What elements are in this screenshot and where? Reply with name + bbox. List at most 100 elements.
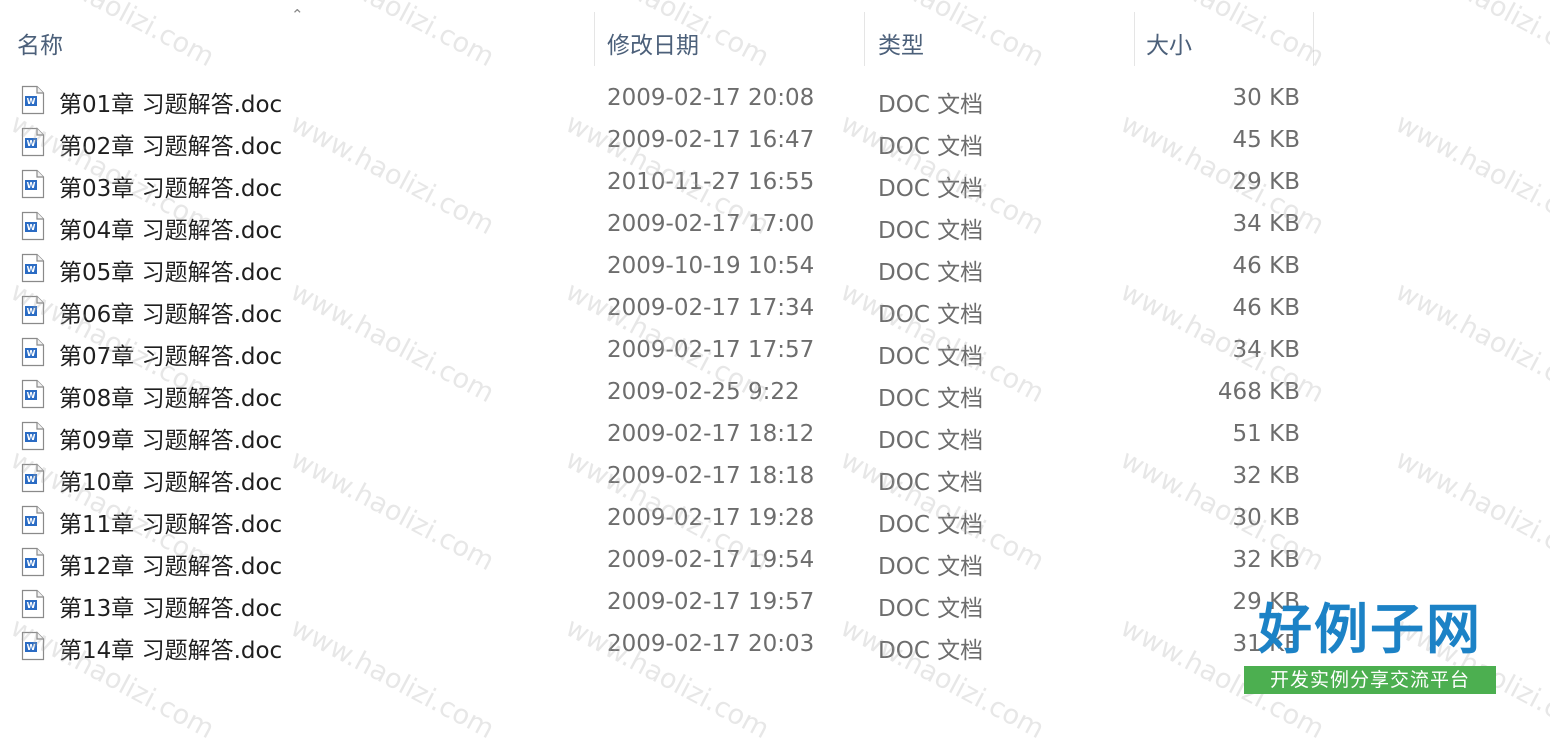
file-modified-date: 2009-02-17 17:00 <box>607 211 815 237</box>
file-size: 30 KB <box>1232 505 1300 531</box>
word-doc-icon: W <box>21 253 45 283</box>
file-type: DOC 文档 <box>878 428 984 454</box>
svg-text:W: W <box>27 433 36 442</box>
file-name: 第08章 习题解答.doc <box>59 386 283 412</box>
word-doc-icon: W <box>21 211 45 241</box>
file-type: DOC 文档 <box>878 638 984 664</box>
file-row[interactable]: W 第11章 习题解答.doc 2009-02-17 19:28 DOC 文档 30 K… <box>0 498 1320 540</box>
file-name: 第13章 习题解答.doc <box>59 596 283 622</box>
file-type: DOC 文档 <box>878 260 984 286</box>
column-divider[interactable] <box>1134 12 1135 66</box>
file-row[interactable]: W 第12章 习题解答.doc 2009-02-17 19:54 DOC 文档 32 K… <box>0 540 1320 582</box>
file-size: 34 KB <box>1232 211 1300 237</box>
column-header-type[interactable]: 类型 <box>878 26 924 60</box>
file-name: 第07章 习题解答.doc <box>59 344 283 370</box>
column-divider[interactable] <box>1313 12 1314 66</box>
file-name: 第02章 习题解答.doc <box>59 134 283 160</box>
word-doc-icon: W <box>21 463 45 493</box>
file-type: DOC 文档 <box>878 512 984 538</box>
file-type: DOC 文档 <box>878 176 984 202</box>
file-modified-date: 2009-10-19 10:54 <box>607 253 815 279</box>
file-type: DOC 文档 <box>878 554 984 580</box>
file-row[interactable]: W 第01章 习题解答.doc 2009-02-17 20:08 DOC 文档 30 K… <box>0 78 1320 120</box>
file-type: DOC 文档 <box>878 344 984 370</box>
word-doc-icon: W <box>21 589 45 619</box>
column-divider[interactable] <box>594 12 595 66</box>
svg-text:W: W <box>27 181 36 190</box>
svg-text:W: W <box>27 475 36 484</box>
file-row[interactable]: W 第10章 习题解答.doc 2009-02-17 18:18 DOC 文档 32 K… <box>0 456 1320 498</box>
file-row[interactable]: W 第02章 习题解答.doc 2009-02-17 16:47 DOC 文档 45 K… <box>0 120 1320 162</box>
file-modified-date: 2009-02-17 19:54 <box>607 547 815 573</box>
file-size: 45 KB <box>1232 127 1300 153</box>
file-modified-date: 2009-02-17 18:18 <box>607 463 815 489</box>
svg-text:W: W <box>27 307 36 316</box>
file-name: 第11章 习题解答.doc <box>59 512 283 538</box>
file-modified-date: 2009-02-17 20:08 <box>607 85 815 111</box>
word-doc-icon: W <box>21 505 45 535</box>
file-name: 第03章 习题解答.doc <box>59 176 283 202</box>
file-name: 第12章 习题解答.doc <box>59 554 283 580</box>
word-doc-icon: W <box>21 547 45 577</box>
file-name: 第10章 习题解答.doc <box>59 470 283 496</box>
svg-text:W: W <box>27 391 36 400</box>
file-modified-date: 2009-02-17 17:34 <box>607 295 815 321</box>
column-header-row: ⌃ 名称 修改日期 类型 大小 <box>0 0 1550 66</box>
file-row[interactable]: W 第08章 习题解答.doc 2009-02-25 9:22 DOC 文档 468 K… <box>0 372 1320 414</box>
file-name: 第14章 习题解答.doc <box>59 638 283 664</box>
file-type: DOC 文档 <box>878 596 984 622</box>
file-row[interactable]: W 第03章 习题解答.doc 2010-11-27 16:55 DOC 文档 29 K… <box>0 162 1320 204</box>
file-name: 第05章 习题解答.doc <box>59 260 283 286</box>
file-row[interactable]: W 第04章 习题解答.doc 2009-02-17 17:00 DOC 文档 34 K… <box>0 204 1320 246</box>
svg-text:W: W <box>27 349 36 358</box>
word-doc-icon: W <box>21 85 45 115</box>
file-modified-date: 2009-02-17 20:03 <box>607 631 815 657</box>
file-modified-date: 2009-02-17 18:12 <box>607 421 815 447</box>
watermark-text: www.haolizi.com <box>1390 276 1550 410</box>
file-row[interactable]: W 第06章 习题解答.doc 2009-02-17 17:34 DOC 文档 46 K… <box>0 288 1320 330</box>
word-doc-icon: W <box>21 379 45 409</box>
file-size: 34 KB <box>1232 337 1300 363</box>
file-size: 46 KB <box>1232 295 1300 321</box>
word-doc-icon: W <box>21 127 45 157</box>
svg-text:W: W <box>27 559 36 568</box>
file-modified-date: 2009-02-17 19:28 <box>607 505 815 531</box>
file-row[interactable]: W 第13章 习题解答.doc 2009-02-17 19:57 DOC 文档 29 K… <box>0 582 1320 624</box>
file-row[interactable]: W 第09章 习题解答.doc 2009-02-17 18:12 DOC 文档 51 K… <box>0 414 1320 456</box>
file-modified-date: 2009-02-17 19:57 <box>607 589 815 615</box>
column-header-name[interactable]: 名称 <box>17 26 63 60</box>
svg-text:W: W <box>27 223 36 232</box>
column-header-size[interactable]: 大小 <box>1146 26 1192 60</box>
file-size: 51 KB <box>1232 421 1300 447</box>
file-name: 第09章 习题解答.doc <box>59 428 283 454</box>
svg-text:W: W <box>27 97 36 106</box>
logo-title: 好例子网 <box>1258 597 1482 661</box>
file-type: DOC 文档 <box>878 386 984 412</box>
file-type: DOC 文档 <box>878 134 984 160</box>
word-doc-icon: W <box>21 169 45 199</box>
file-row[interactable]: W 第14章 习题解答.doc 2009-02-17 20:03 DOC 文档 31 K… <box>0 624 1320 666</box>
file-size: 30 KB <box>1232 85 1300 111</box>
file-row[interactable]: W 第05章 习题解答.doc 2009-10-19 10:54 DOC 文档 46 K… <box>0 246 1320 288</box>
file-name: 第01章 习题解答.doc <box>59 92 283 118</box>
svg-text:W: W <box>27 139 36 148</box>
word-doc-icon: W <box>21 421 45 451</box>
file-name: 第04章 习题解答.doc <box>59 218 283 244</box>
column-header-modified[interactable]: 修改日期 <box>607 26 699 60</box>
file-modified-date: 2009-02-25 9:22 <box>607 379 800 405</box>
file-row[interactable]: W 第07章 习题解答.doc 2009-02-17 17:57 DOC 文档 34 K… <box>0 330 1320 372</box>
svg-text:W: W <box>27 517 36 526</box>
file-modified-date: 2009-02-17 17:57 <box>607 337 815 363</box>
svg-text:W: W <box>27 643 36 652</box>
file-type: DOC 文档 <box>878 218 984 244</box>
watermark-text: www.haolizi.com <box>1390 108 1550 242</box>
file-list: W 第01章 习题解答.doc 2009-02-17 20:08 DOC 文档 30 K… <box>0 78 1320 666</box>
site-logo: 好例子网 开发实例分享交流平台 <box>1242 596 1498 698</box>
column-divider[interactable] <box>864 12 865 66</box>
svg-text:W: W <box>27 601 36 610</box>
file-size: 32 KB <box>1232 463 1300 489</box>
file-size: 468 KB <box>1217 379 1300 405</box>
word-doc-icon: W <box>21 295 45 325</box>
file-type: DOC 文档 <box>878 92 984 118</box>
file-size: 32 KB <box>1232 547 1300 573</box>
